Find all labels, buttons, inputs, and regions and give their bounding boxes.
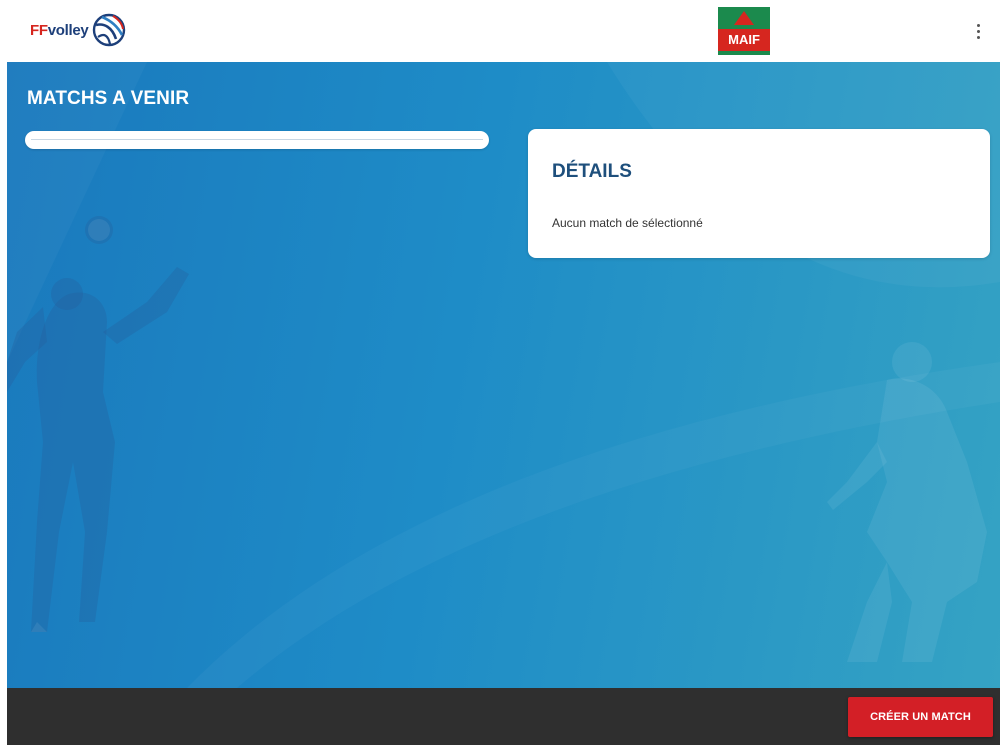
app-header: FFvolley MAIF (0, 0, 1000, 62)
maif-logo-text: MAIF (718, 29, 770, 51)
kebab-dot (976, 29, 980, 33)
kebab-dot (976, 35, 980, 39)
maif-sponsor-logo: MAIF (718, 7, 770, 55)
list-divider (31, 139, 483, 140)
logo-ff-text: FF (30, 21, 48, 39)
maif-roof-shape (734, 11, 754, 25)
ffvolley-logo-text: FFvolley (30, 21, 89, 39)
more-vertical-icon[interactable] (970, 18, 986, 44)
logo-volley-text: volley (47, 21, 89, 39)
volleyball-icon (93, 13, 126, 47)
create-match-button[interactable]: CRÉER UN MATCH (848, 697, 993, 737)
main-content: MATCHS A VENIR DÉTAILS Aucun match de sé… (7, 62, 1000, 688)
details-title: DÉTAILS (552, 161, 632, 182)
upcoming-matches-list[interactable] (25, 131, 489, 149)
ffvolley-logo: FFvolley (30, 10, 126, 50)
bottom-action-bar: CRÉER UN MATCH (7, 688, 1000, 745)
kebab-dot (976, 23, 980, 27)
no-match-selected-message: Aucun match de sélectionné (552, 216, 703, 230)
upcoming-matches-title: MATCHS A VENIR (27, 88, 190, 109)
match-details-card: DÉTAILS Aucun match de sélectionné (528, 129, 990, 258)
